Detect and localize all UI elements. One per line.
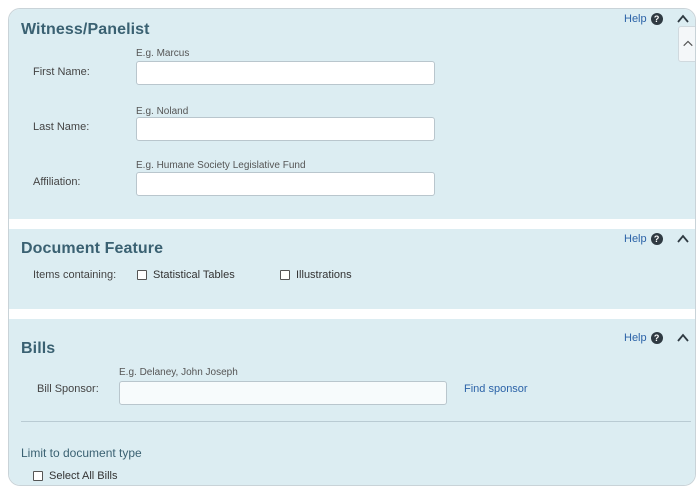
first-name-hint: E.g. Marcus	[136, 48, 190, 59]
checkbox-box[interactable]	[280, 270, 290, 280]
bill-sponsor-label: Bill Sponsor:	[37, 383, 99, 395]
affiliation-input[interactable]	[136, 172, 435, 196]
question-circle-icon: ?	[650, 332, 663, 344]
bills-title: Bills	[21, 340, 56, 357]
chevron-up-icon[interactable]	[676, 232, 690, 246]
question-circle-icon: ?	[650, 13, 663, 25]
chevron-up-icon[interactable]	[676, 12, 690, 26]
document-feature-title: Document Feature	[21, 240, 164, 257]
checkbox-box[interactable]	[33, 471, 43, 481]
checkbox-box[interactable]	[137, 270, 147, 280]
section-divider	[21, 421, 691, 422]
affiliation-label: Affiliation:	[33, 176, 81, 188]
limit-document-type-heading: Limit to document type	[21, 446, 142, 460]
document-feature-panel: Document Feature Help ? Items containing…	[9, 229, 695, 309]
items-containing-label: Items containing:	[33, 269, 117, 281]
statistical-tables-checkbox[interactable]: Statistical Tables	[137, 269, 235, 281]
first-name-input[interactable]	[136, 61, 435, 85]
illustrations-checkbox[interactable]: Illustrations	[280, 269, 352, 281]
last-name-label: Last Name:	[33, 121, 90, 133]
document-feature-help-link[interactable]: Help ?	[624, 233, 663, 245]
scroll-up-button[interactable]	[678, 26, 695, 62]
help-label: Help	[624, 332, 647, 344]
search-form-frame: Witness/Panelist Help ? E.g. Marcus Firs…	[8, 8, 696, 486]
illustrations-label: Illustrations	[296, 269, 352, 281]
find-sponsor-link[interactable]: Find sponsor	[464, 383, 528, 395]
bill-sponsor-input[interactable]	[119, 381, 447, 405]
chevron-up-icon[interactable]	[676, 331, 690, 345]
witness-panelist-panel: Witness/Panelist Help ? E.g. Marcus Firs…	[9, 9, 695, 219]
question-circle-icon: ?	[650, 233, 663, 245]
bills-panel: Bills Help ? E.g. Delaney, John Joseph B…	[9, 319, 695, 485]
help-label: Help	[624, 233, 647, 245]
last-name-input[interactable]	[136, 117, 435, 141]
witness-help-link[interactable]: Help ?	[624, 13, 663, 25]
select-all-bills-label: Select All Bills	[49, 470, 118, 482]
last-name-hint: E.g. Noland	[136, 106, 189, 117]
bill-sponsor-hint: E.g. Delaney, John Joseph	[119, 367, 238, 378]
help-label: Help	[624, 13, 647, 25]
affiliation-hint: E.g. Humane Society Legislative Fund	[136, 160, 306, 171]
bills-help-link[interactable]: Help ?	[624, 332, 663, 344]
chevron-up-icon	[683, 40, 693, 47]
select-all-bills-checkbox[interactable]: Select All Bills	[33, 470, 117, 482]
statistical-tables-label: Statistical Tables	[153, 269, 235, 281]
witness-panelist-title: Witness/Panelist	[21, 21, 150, 38]
first-name-label: First Name:	[33, 66, 90, 78]
